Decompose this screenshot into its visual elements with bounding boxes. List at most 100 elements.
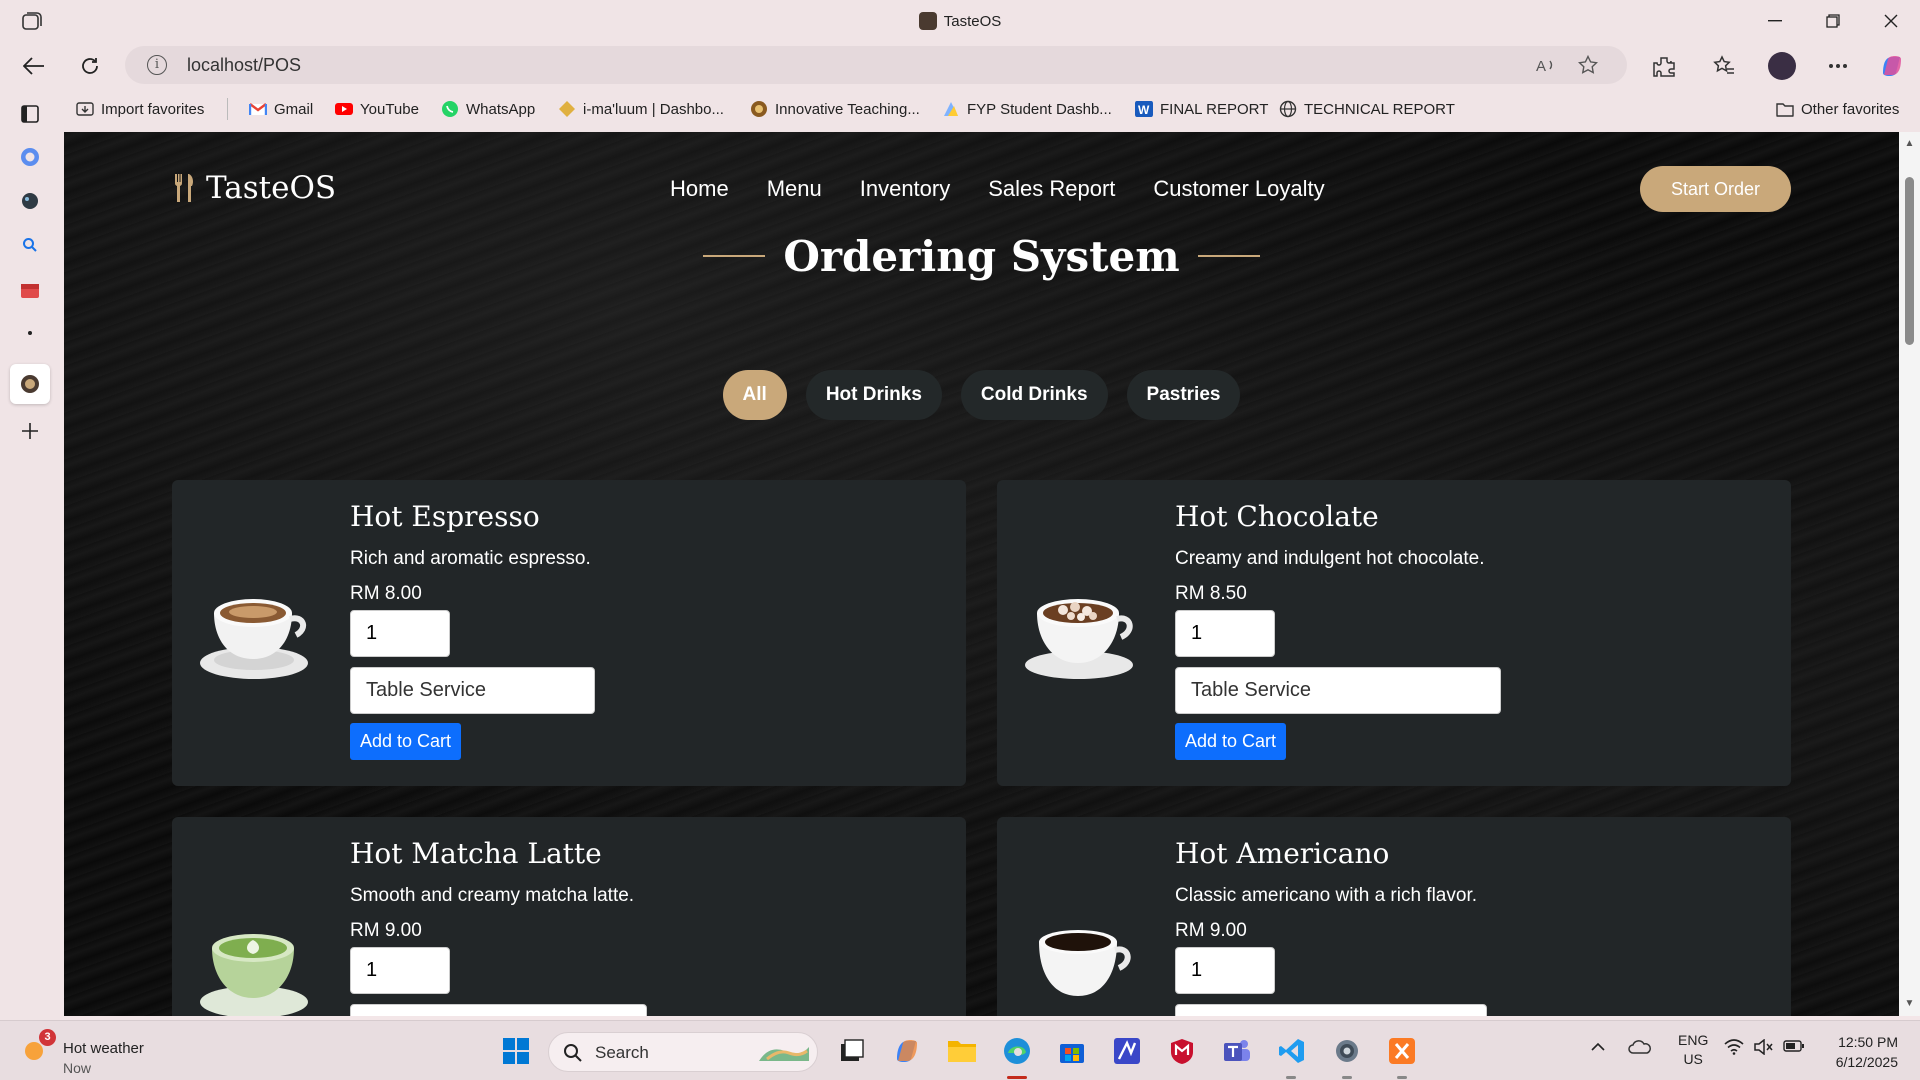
filter-pastries[interactable]: Pastries	[1126, 370, 1241, 420]
copilot-icon[interactable]	[1878, 52, 1906, 80]
scroll-down-arrow-icon[interactable]: ▼	[1904, 998, 1915, 1009]
quantity-input[interactable]	[1175, 610, 1275, 657]
product-price: RM 9.00	[350, 920, 422, 941]
product-card-hot-americano: Hot Americano Classic americano with a r…	[997, 817, 1791, 1016]
fav-gmail[interactable]: Gmail	[249, 98, 313, 120]
profile-avatar[interactable]	[1768, 52, 1796, 80]
task-view-icon[interactable]	[836, 1035, 868, 1067]
show-hidden-icons-icon[interactable]	[1590, 1039, 1606, 1055]
wifi-icon[interactable]	[1724, 1039, 1744, 1058]
shopping-icon[interactable]	[17, 277, 43, 303]
settings-gear-icon[interactable]	[1331, 1035, 1363, 1067]
nav-menu[interactable]: Menu	[767, 176, 822, 202]
page-viewport: TasteOS Home Menu Inventory Sales Report…	[64, 132, 1899, 1016]
matcha-latte-cup-image	[200, 934, 308, 1016]
title-divider-right	[1197, 255, 1260, 257]
product-card-hot-matcha-latte: Hot Matcha Latte Smooth and creamy match…	[172, 817, 966, 1016]
service-select[interactable]: Table Service	[1175, 667, 1501, 714]
filter-cold-drinks[interactable]: Cold Drinks	[960, 370, 1108, 420]
minimize-button[interactable]	[1750, 6, 1800, 36]
vscode-icon[interactable]	[1276, 1035, 1308, 1067]
fav-youtube[interactable]: YouTube	[335, 98, 419, 120]
americano-cup-image	[1039, 930, 1131, 996]
system-clock[interactable]: 12:50 PM 6/12/2025	[1812, 1032, 1898, 1072]
fav-final-report[interactable]: W FINAL REPORT	[1135, 98, 1268, 120]
back-button[interactable]	[18, 50, 50, 82]
main-nav: Home Menu Inventory Sales Report Custome…	[670, 176, 1325, 202]
imaluum-icon	[559, 101, 575, 117]
filter-all[interactable]: All	[722, 370, 787, 420]
github-icon[interactable]	[17, 144, 43, 170]
add-to-cart-button[interactable]: Add to Cart	[1175, 723, 1286, 760]
read-aloud-icon[interactable]: A	[1535, 54, 1557, 76]
more-options-icon[interactable]	[1824, 52, 1852, 80]
nav-home[interactable]: Home	[670, 176, 729, 202]
taskbar-search[interactable]: Search	[548, 1032, 818, 1072]
weather-subtitle: Now	[63, 1060, 92, 1076]
teams-icon[interactable]	[1221, 1035, 1253, 1067]
brand-logo[interactable]: TasteOS	[172, 170, 336, 206]
globe-icon	[1279, 100, 1297, 118]
service-select[interactable]: Table Service	[350, 667, 595, 714]
extensions-icon[interactable]	[1650, 52, 1678, 80]
service-select[interactable]	[1175, 1004, 1487, 1016]
fav-other-favorites[interactable]: Other favorites	[1776, 98, 1899, 120]
favorite-star-icon[interactable]	[1577, 54, 1599, 76]
url-text[interactable]: localhost/POS	[187, 55, 301, 76]
fav-technical-report[interactable]: TECHNICAL REPORT	[1279, 98, 1455, 120]
product-name: Hot Matcha Latte	[350, 837, 602, 870]
refresh-button[interactable]	[74, 50, 106, 82]
tab-actions-icon[interactable]	[17, 101, 43, 127]
service-select[interactable]	[350, 1004, 647, 1016]
settings-running-indicator	[1342, 1076, 1352, 1079]
volume-muted-icon[interactable]	[1753, 1038, 1773, 1058]
copilot-taskbar-icon[interactable]	[891, 1035, 923, 1067]
search-icon	[564, 1044, 582, 1062]
product-card-hot-chocolate: Hot Chocolate Creamy and indulgent hot c…	[997, 480, 1791, 786]
search-highlight-icon	[759, 1047, 809, 1061]
scrollbar-thumb[interactable]	[1905, 177, 1914, 345]
nav-customer-loyalty[interactable]: Customer Loyalty	[1153, 176, 1324, 202]
nav-inventory[interactable]: Inventory	[860, 176, 951, 202]
quantity-input[interactable]	[350, 947, 450, 994]
product-price: RM 9.00	[1175, 920, 1247, 941]
math-app-icon[interactable]	[1111, 1035, 1143, 1067]
onedrive-icon[interactable]	[1628, 1039, 1652, 1058]
microsoft-store-icon[interactable]	[1056, 1035, 1088, 1067]
start-order-button[interactable]: Start Order	[1640, 166, 1791, 212]
quantity-input[interactable]	[350, 610, 450, 657]
mcafee-icon[interactable]	[1166, 1035, 1198, 1067]
game-icon[interactable]	[17, 188, 43, 214]
product-description: Rich and aromatic espresso.	[350, 548, 591, 569]
start-menu-icon[interactable]	[500, 1035, 532, 1067]
filter-hot-drinks[interactable]: Hot Drinks	[805, 370, 942, 420]
fav-imaluum[interactable]: i-ma'luum | Dashbo...	[558, 98, 724, 120]
restore-button[interactable]	[1808, 6, 1858, 36]
address-bar[interactable]: i localhost/POS A	[125, 46, 1627, 84]
nav-sales-report[interactable]: Sales Report	[988, 176, 1115, 202]
quantity-input[interactable]	[1175, 947, 1275, 994]
file-explorer-icon[interactable]	[946, 1035, 978, 1067]
fav-whatsapp[interactable]: WhatsApp	[441, 98, 535, 120]
brand-name: TasteOS	[206, 170, 337, 206]
tasteos-tab-icon[interactable]	[10, 364, 50, 404]
close-window-button[interactable]	[1866, 6, 1916, 36]
add-to-cart-button[interactable]: Add to Cart	[350, 723, 461, 760]
fyp-dashboard-icon	[944, 102, 958, 116]
fav-import-favorites[interactable]: Import favorites	[76, 98, 204, 120]
battery-icon[interactable]	[1783, 1039, 1805, 1056]
window-title: TasteOS	[0, 12, 1920, 30]
edge-browser-icon[interactable]	[1001, 1035, 1033, 1067]
scroll-up-arrow-icon[interactable]: ▲	[1904, 138, 1915, 149]
favorites-icon[interactable]	[1710, 52, 1738, 80]
product-name: Hot Chocolate	[1175, 500, 1379, 533]
search-sidebar-icon[interactable]	[17, 232, 43, 258]
page-scrollbar[interactable]: ▲ ▼	[1899, 132, 1920, 1016]
add-sidebar-icon[interactable]	[17, 418, 43, 444]
xampp-icon[interactable]	[1386, 1035, 1418, 1067]
sidebar-dot-icon	[17, 320, 43, 346]
fav-fyp-student-dashboard[interactable]: FYP Student Dashb...	[942, 98, 1112, 120]
fav-innovative-teaching[interactable]: Innovative Teaching...	[750, 98, 920, 120]
site-info-icon[interactable]: i	[147, 55, 167, 75]
language-indicator[interactable]: ENG US	[1678, 1031, 1708, 1069]
